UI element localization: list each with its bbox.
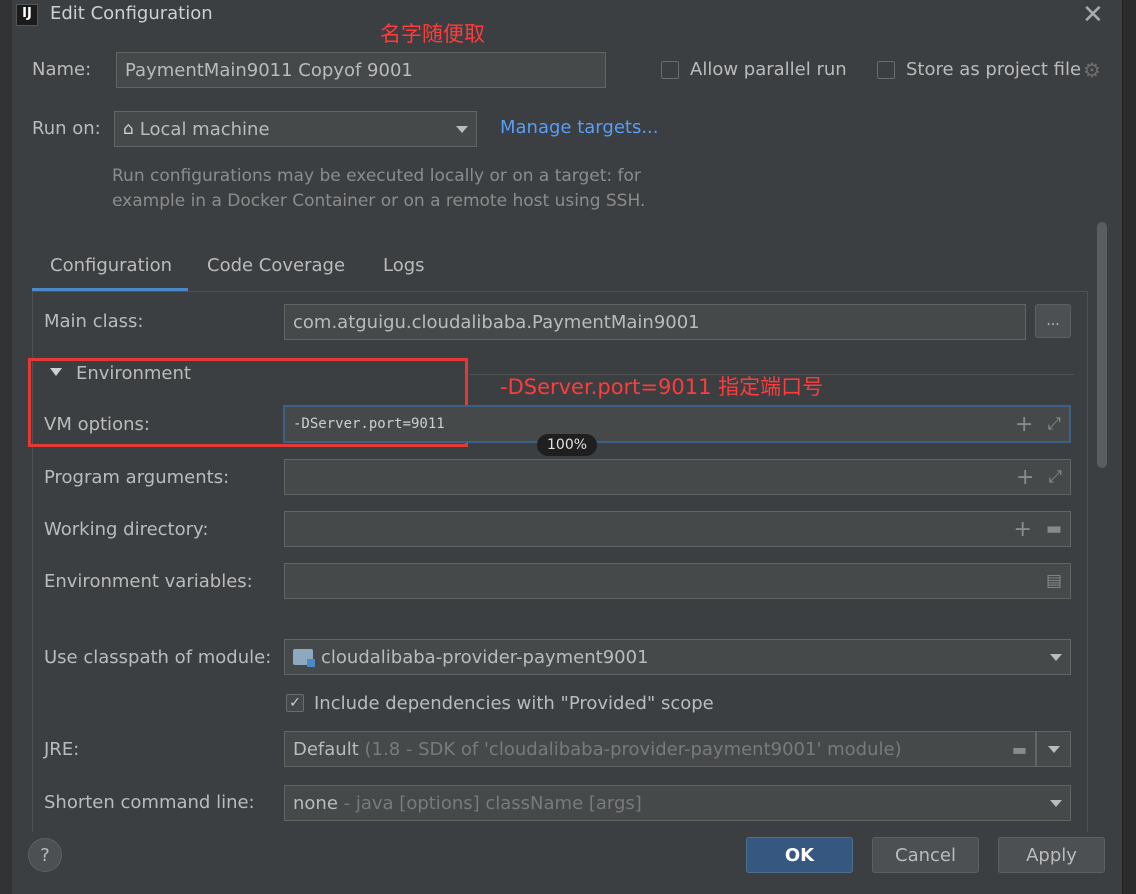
document-icon[interactable]: ▤: [1046, 571, 1062, 591]
add-icon[interactable]: +: [1016, 465, 1034, 490]
include-dependencies-checkbox[interactable]: ✓: [286, 694, 304, 712]
close-icon[interactable]: ✕: [1082, 0, 1104, 30]
environment-variables-input[interactable]: ▤: [284, 563, 1071, 599]
folder-icon[interactable]: ▬: [1012, 740, 1027, 759]
run-on-dropdown[interactable]: ⌂ Local machine: [114, 111, 477, 147]
classpath-module-dropdown[interactable]: cloudalibaba-provider-payment9001: [284, 639, 1071, 675]
browse-main-class-button[interactable]: ...: [1035, 304, 1071, 338]
tab-code-coverage[interactable]: Code Coverage: [207, 255, 345, 276]
shorten-command-line-label: Shorten command line:: [44, 792, 255, 813]
tab-configuration[interactable]: Configuration: [50, 255, 172, 276]
chevron-down-icon: [1050, 653, 1062, 661]
chevron-down-icon: [456, 125, 468, 133]
name-label: Name:: [32, 59, 92, 80]
manage-targets-link[interactable]: Manage targets...: [500, 117, 659, 138]
vm-options-value: -DServer.port=9011: [293, 416, 445, 432]
main-class-input[interactable]: com.atguigu.cloudalibaba.PaymentMain9001: [284, 304, 1026, 340]
classpath-module-value: cloudalibaba-provider-payment9001: [321, 646, 649, 668]
tab-logs[interactable]: Logs: [383, 255, 425, 276]
gear-icon[interactable]: ⚙: [1083, 58, 1101, 82]
shorten-detail: - java [options] className [args]: [343, 792, 642, 814]
store-as-project-file-label: Store as project file: [906, 59, 1082, 80]
home-icon: ⌂: [123, 119, 134, 139]
module-folder-icon: [293, 649, 315, 667]
intellij-app-icon: IJ: [16, 4, 38, 26]
cancel-button[interactable]: Cancel: [872, 837, 979, 873]
name-annotation: 名字随便取: [380, 22, 485, 46]
dialog-title: Edit Configuration: [50, 3, 213, 24]
shorten-command-line-dropdown[interactable]: none - java [options] className [args]: [284, 785, 1071, 821]
vm-options-label: VM options:: [44, 414, 150, 435]
ok-button[interactable]: OK: [746, 837, 853, 873]
chevron-down-icon: [1047, 745, 1060, 753]
folder-icon[interactable]: ▬: [1046, 519, 1062, 539]
store-as-project-file-checkbox[interactable]: [877, 61, 895, 79]
shorten-value: none: [293, 792, 338, 814]
jre-input[interactable]: Default (1.8 - SDK of 'cloudalibaba-prov…: [284, 731, 1036, 767]
run-on-value: Local machine: [139, 118, 270, 140]
environment-variables-label: Environment variables:: [44, 571, 253, 592]
expand-icon[interactable]: ⤢: [1047, 414, 1061, 434]
working-directory-input[interactable]: + ▬: [284, 511, 1071, 547]
jre-value: Default: [293, 738, 359, 760]
apply-button[interactable]: Apply: [998, 837, 1105, 873]
run-on-hint-line1: Run configurations may be executed local…: [112, 166, 641, 186]
include-dependencies-label: Include dependencies with "Provided" sco…: [314, 693, 714, 714]
vm-options-annotation: -DServer.port=9011 指定端口号: [500, 375, 824, 399]
expand-icon[interactable]: ⤢: [1048, 467, 1062, 487]
program-arguments-label: Program arguments:: [44, 467, 230, 488]
jre-label: JRE:: [44, 739, 80, 760]
help-button[interactable]: ?: [28, 838, 62, 872]
main-class-label: Main class:: [44, 311, 144, 332]
vm-options-input[interactable]: -DServer.port=9011 + ⤢: [283, 405, 1071, 443]
panel-scrollbar[interactable]: [1097, 222, 1107, 468]
name-input[interactable]: PaymentMain9011 Copyof 9001: [116, 52, 606, 88]
chevron-down-icon: [1050, 799, 1062, 807]
classpath-module-label: Use classpath of module:: [44, 647, 272, 668]
jre-detail: (1.8 - SDK of 'cloudalibaba-provider-pay…: [364, 738, 902, 760]
allow-parallel-run-checkbox[interactable]: [661, 61, 679, 79]
program-arguments-input[interactable]: + ⤢: [284, 459, 1071, 495]
jre-dropdown-button[interactable]: [1036, 731, 1071, 767]
run-on-hint-line2: example in a Docker Container or on a re…: [112, 191, 646, 211]
add-icon[interactable]: +: [1014, 517, 1032, 542]
run-on-label: Run on:: [32, 118, 101, 139]
main-class-value: com.atguigu.cloudalibaba.PaymentMain9001: [293, 311, 700, 333]
ide-right-gutter: [1122, 0, 1136, 894]
zoom-badge: 100%: [537, 434, 598, 456]
allow-parallel-run-label: Allow parallel run: [690, 59, 847, 80]
name-input-value: PaymentMain9011 Copyof 9001: [125, 59, 413, 81]
working-directory-label: Working directory:: [44, 519, 209, 540]
add-icon[interactable]: +: [1015, 412, 1033, 437]
